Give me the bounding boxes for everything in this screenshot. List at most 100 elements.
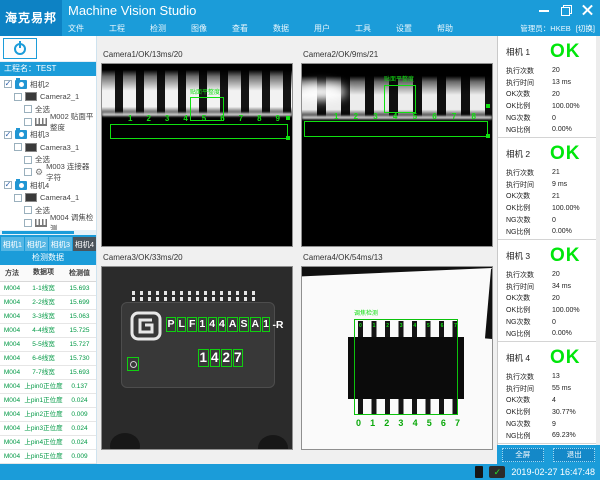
menu-view[interactable]: 查看 — [232, 22, 248, 35]
fullscreen-button[interactable]: 全屏 — [502, 448, 544, 462]
stat-label: NG比例 — [506, 125, 552, 135]
tree-item-m003[interactable]: ⚙ M003 连接器字符 — [0, 166, 96, 179]
checkbox-checked[interactable]: ✓ — [4, 131, 12, 139]
overlay-roi-box — [384, 85, 416, 113]
checkbox-checked[interactable]: ✓ — [4, 181, 12, 189]
tree-item-m002[interactable]: M002 贴面平整度 — [0, 116, 96, 129]
tree-label: 相机4 — [30, 180, 49, 191]
cell-value: 15.063 — [63, 310, 96, 323]
measure-band-box — [110, 124, 288, 139]
menu-project[interactable]: 工程 — [109, 22, 125, 35]
window-controls — [538, 4, 594, 15]
cell-item: 7-7线宽 — [24, 366, 63, 379]
cell-item: 上pin1正位度 — [24, 394, 63, 407]
stat-camera-name: 相机 3 — [506, 250, 550, 262]
checkbox-checked[interactable]: ✓ — [4, 80, 12, 88]
menu-data[interactable]: 数据 — [273, 22, 289, 35]
pins-tool-icon — [35, 219, 47, 227]
table-row: M004上pin4正位度0.024 — [0, 436, 96, 450]
table-row: M004上pin5正位度0.009 — [0, 450, 96, 464]
checkbox[interactable] — [24, 118, 32, 126]
stats-vertical-scrollbar[interactable] — [596, 36, 600, 445]
checkbox[interactable] — [14, 93, 22, 101]
tree-label: Camera4_1 — [40, 193, 79, 202]
tree-item-camera4-1[interactable]: Camera4_1 — [0, 191, 96, 204]
stat-value: 34 ms — [552, 283, 571, 290]
stat-value: 20 — [552, 91, 560, 98]
cell-item: 6-6线宽 — [24, 352, 63, 365]
camera4-caption: Camera4/OK/54ms/13 — [301, 253, 497, 266]
gear-icon: ⚙ — [35, 168, 43, 176]
cell-item: 3-3线宽 — [24, 310, 63, 323]
tree-item-m004[interactable]: M004 调焦检测 — [0, 217, 96, 230]
cell-item: 上pin4正位度 — [24, 436, 63, 449]
table-row: M004上pin0正位度0.137 — [0, 380, 96, 394]
camera2-view[interactable]: Camera2/OK/9ms/21 贴面平整度 12345678 — [301, 50, 497, 247]
admin-info: 管理员：HKEB [切换] — [520, 23, 595, 34]
cell-value: 0.137 — [63, 380, 96, 393]
tab-camera3[interactable]: 相机3 — [49, 237, 72, 251]
power-row — [0, 36, 96, 62]
stats-camera3: 相机 3 OK 执行次数20 执行时间34 ms OK次数20 OK比例100.… — [498, 240, 600, 342]
app-title: Machine Vision Studio — [68, 3, 196, 18]
handle-dot — [286, 136, 290, 140]
restore-icon[interactable] — [560, 4, 572, 15]
tree-label: 相机2 — [30, 79, 49, 90]
camera4-view[interactable]: Camera4/OK/54ms/13 调焦检测 01234567 0123456… — [301, 253, 497, 450]
table-row: M0047-7线宽15.693 — [0, 366, 96, 380]
overlay-label: 贴面平整度 — [190, 90, 220, 97]
menu-help[interactable]: 帮助 — [437, 22, 453, 35]
table-title: 检测数据 — [0, 251, 96, 265]
camera1-view[interactable]: Camera1/OK/13ms/20 贴面平整度 123456789 — [101, 50, 297, 247]
checkbox[interactable] — [24, 219, 32, 227]
menu-tools[interactable]: 工具 — [355, 22, 371, 35]
status-check-icon[interactable]: ✓ — [489, 466, 505, 478]
table-row: M0044-4线宽15.725 — [0, 324, 96, 338]
tree-item-camera3-1[interactable]: Camera3_1 — [0, 141, 96, 154]
menu-image[interactable]: 图像 — [191, 22, 207, 35]
exit-button[interactable]: 退出 — [553, 448, 595, 462]
device-icon[interactable] — [475, 466, 483, 478]
stat-label: 执行时间 — [506, 384, 552, 394]
checkbox[interactable] — [14, 143, 22, 151]
camera-tabs: 相机1 相机2 相机3 相机4 — [0, 235, 96, 251]
menu-file[interactable]: 文件 — [68, 22, 84, 35]
cell-value: 15.727 — [63, 338, 96, 351]
tree-item-camera2-1[interactable]: Camera2_1 — [0, 91, 96, 104]
stat-label: 执行次数 — [506, 168, 552, 178]
tab-camera2[interactable]: 相机2 — [25, 237, 48, 251]
tab-camera1[interactable]: 相机1 — [1, 237, 24, 251]
checkbox[interactable] — [24, 168, 32, 176]
menu-settings[interactable]: 设置 — [396, 22, 412, 35]
close-icon[interactable] — [582, 4, 594, 15]
stat-label: 执行次数 — [506, 66, 552, 76]
stat-value: 100.00% — [552, 205, 580, 212]
checkbox[interactable] — [24, 105, 32, 113]
scrollbar-thumb[interactable] — [2, 231, 74, 234]
tree-label: 全选 — [35, 205, 50, 216]
checkbox[interactable] — [24, 156, 32, 164]
status-badge: OK — [550, 245, 581, 267]
cell-method: M004 — [0, 352, 24, 365]
stat-value: 0.00% — [552, 228, 572, 235]
tab-camera4[interactable]: 相机4 — [73, 237, 96, 251]
stat-label: 执行次数 — [506, 270, 552, 280]
camera3-view[interactable]: Camera3/OK/33ms/20 PLF144ASA1 -R 1427 — [101, 253, 297, 450]
minimize-icon[interactable] — [538, 4, 550, 15]
tree-label: 全选 — [35, 104, 50, 115]
checkbox[interactable] — [24, 206, 32, 214]
power-icon — [14, 43, 26, 55]
menu-inspect[interactable]: 检测 — [150, 22, 166, 35]
flatness-tool-icon — [35, 118, 47, 126]
stat-value: 9 ms — [552, 181, 567, 188]
cell-method: M004 — [0, 380, 24, 393]
fixture-hole — [258, 435, 288, 450]
tree-horizontal-scrollbar[interactable] — [0, 230, 96, 235]
tree-item-camera2[interactable]: ✓ 相机2 — [0, 78, 96, 91]
stat-camera-name: 相机 4 — [506, 352, 550, 364]
checkbox[interactable] — [14, 194, 22, 202]
menu-user[interactable]: 用户 — [314, 22, 330, 35]
power-button[interactable] — [3, 38, 37, 59]
switch-user-link[interactable]: [切换] — [576, 24, 595, 33]
stat-label: NG比例 — [506, 431, 552, 441]
